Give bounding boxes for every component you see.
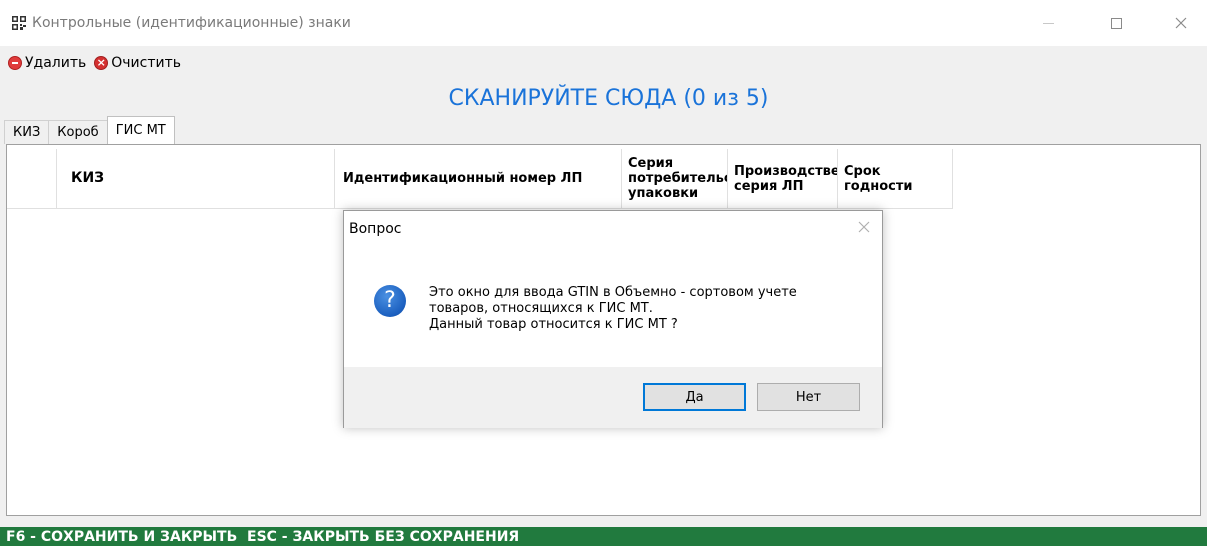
x-circle-icon: ×: [94, 56, 109, 70]
minimize-icon: [1042, 22, 1054, 24]
window-title: Контрольные (идентификационные) знаки: [32, 15, 351, 31]
delete-button[interactable]: Удалить: [8, 55, 86, 71]
question-icon: ?: [374, 285, 406, 317]
dialog-message: Это окно для ввода GTIN в Объемно - сорт…: [429, 285, 859, 333]
dialog-message-line: Данный товар относится к ГИС МТ ?: [429, 317, 678, 332]
dialog-button-bar: Да Нет: [344, 367, 882, 428]
column-header-selector[interactable]: [7, 149, 57, 209]
clear-button[interactable]: × Очистить: [94, 55, 181, 71]
minus-circle-icon: [8, 56, 22, 70]
clear-button-label: Очистить: [111, 55, 181, 71]
column-header-kiz[interactable]: КИЗ: [57, 149, 335, 209]
hotkey-footer: F6 - СОХРАНИТЬ И ЗАКРЫТЬ ESC - ЗАКРЫТЬ Б…: [0, 527, 1207, 546]
tab-kiz[interactable]: КИЗ: [4, 120, 50, 144]
delete-button-label: Удалить: [25, 55, 87, 71]
close-button[interactable]: [1158, 0, 1204, 46]
column-header-expiry[interactable]: Срок годности: [838, 149, 953, 209]
column-header-package-series[interactable]: Серия потребительской упаковки: [622, 149, 728, 209]
maximize-icon: [1110, 17, 1122, 29]
close-icon: [858, 221, 870, 233]
yes-button[interactable]: Да: [643, 383, 746, 411]
grid-header: КИЗ Идентификационный номер ЛП Серия пот…: [7, 149, 953, 209]
dialog-message-line: товаров, относящихся к ГИС МТ.: [429, 301, 653, 316]
tab-box[interactable]: Короб: [48, 120, 108, 144]
tab-gis-mt[interactable]: ГИС МТ: [106, 116, 175, 144]
main-window: Контрольные (идентификационные) знаки Уд…: [0, 0, 1207, 546]
toolbar: Удалить × Очистить: [0, 50, 189, 76]
column-header-id-number[interactable]: Идентификационный номер ЛП: [335, 149, 622, 209]
close-icon: [1175, 17, 1187, 29]
scan-prompt: СКАНИРУЙТЕ СЮДА (0 из 5): [448, 86, 769, 111]
no-button[interactable]: Нет: [757, 383, 860, 411]
tab-strip: КИЗ Короб ГИС МТ: [4, 116, 175, 144]
question-dialog: Вопрос ? Это окно для ввода GTIN в Объем…: [343, 210, 883, 428]
minimize-button[interactable]: [1025, 0, 1071, 46]
dialog-message-line: Это окно для ввода GTIN в Объемно - сорт…: [429, 285, 797, 300]
title-bar: Контрольные (идентификационные) знаки: [0, 0, 1207, 46]
barcode-app-icon: [12, 16, 26, 30]
column-header-production-series[interactable]: Производственная серия ЛП: [728, 149, 838, 209]
maximize-button[interactable]: [1093, 0, 1139, 46]
dialog-title: Вопрос: [349, 221, 402, 237]
dialog-close-button[interactable]: [856, 219, 872, 235]
